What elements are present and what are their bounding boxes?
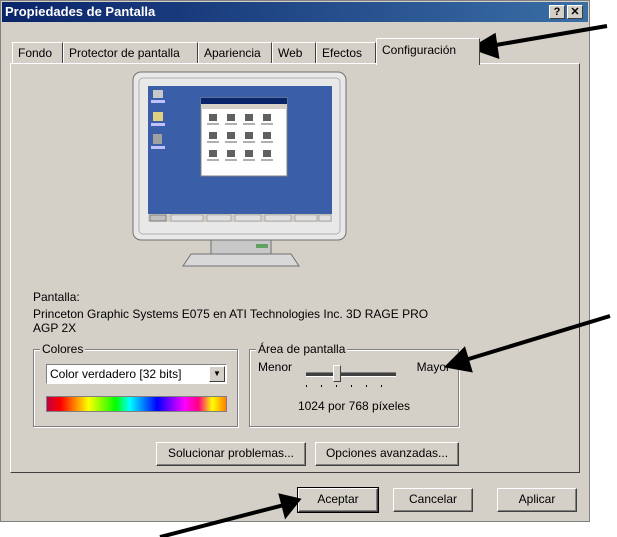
annotation-arrow-tab [489,24,608,48]
annotation-arrow-screen-area [461,314,611,363]
annotation-arrowhead-screen-area [443,346,473,373]
annotation-arrowhead-ok [278,493,302,520]
annotation-arrows [159,24,611,537]
annotation-arrow-ok [159,503,285,537]
tab-configuracion[interactable]: Configuración [376,38,480,65]
